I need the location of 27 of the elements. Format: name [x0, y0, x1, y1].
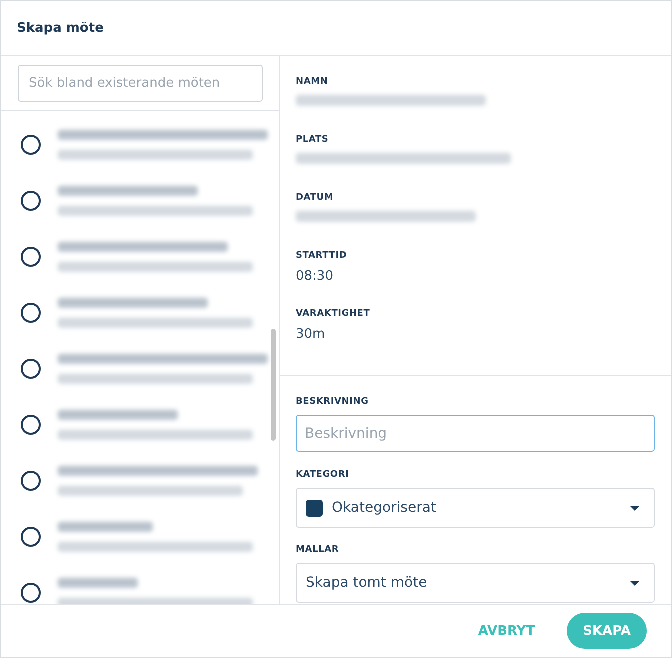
- field-label: STARTTID: [296, 251, 348, 261]
- radio-button[interactable]: [21, 415, 41, 435]
- field-label: MALLAR: [296, 545, 340, 555]
- radio-button[interactable]: [21, 247, 41, 267]
- field-label: VARAKTIGHET: [296, 309, 372, 319]
- radio-button[interactable]: [21, 583, 41, 603]
- field-value: 30m: [296, 327, 326, 342]
- field-label: PLATS: [296, 135, 330, 145]
- scrollbar[interactable]: [271, 329, 276, 441]
- radio-button[interactable]: [21, 191, 41, 211]
- field-value: 08:30: [296, 269, 334, 284]
- field-label: NAMN: [296, 77, 330, 87]
- radio-button[interactable]: [21, 303, 41, 323]
- category-dropdown[interactable]: Okategoriserat: [296, 488, 655, 528]
- radio-button[interactable]: [21, 527, 41, 547]
- radio-button[interactable]: [21, 359, 41, 379]
- template-dropdown[interactable]: Skapa tomt möte: [296, 563, 655, 603]
- caret-icon: [630, 506, 640, 510]
- description-field[interactable]: Beskrivning: [296, 415, 655, 452]
- radio-button[interactable]: [21, 135, 41, 155]
- radio-button[interactable]: [21, 471, 41, 491]
- field-label: KATEGORI: [296, 470, 350, 480]
- search-field[interactable]: Sök bland existerande möten: [18, 65, 263, 102]
- caret-icon: [630, 580, 640, 586]
- field-label: DATUM: [296, 193, 335, 203]
- dialog-title: Skapa möte: [17, 20, 104, 36]
- field-label: BESKRIVNING: [296, 397, 370, 407]
